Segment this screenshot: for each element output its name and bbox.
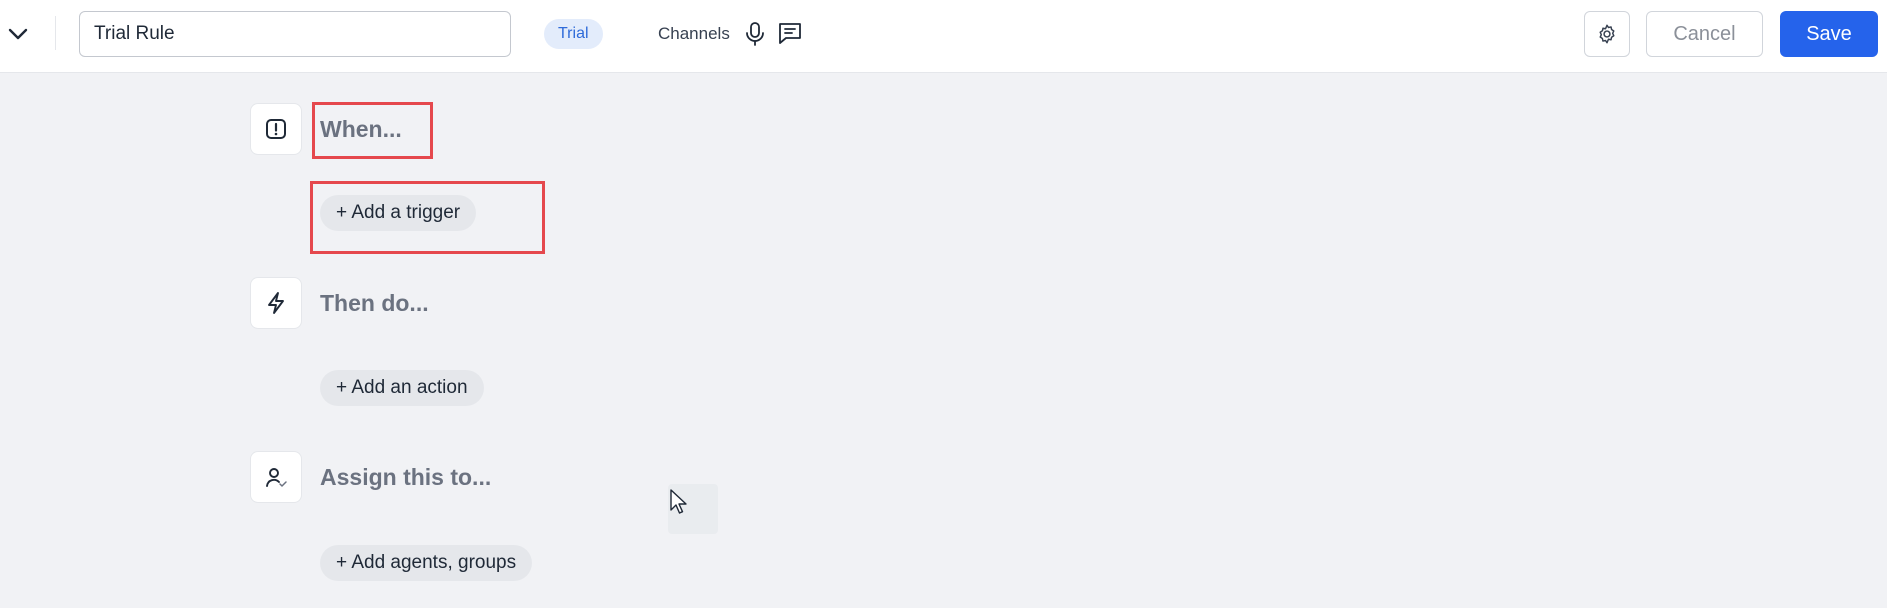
channels-label: Channels (658, 24, 730, 43)
when-section-title: When... (320, 116, 402, 142)
settings-button[interactable] (1584, 11, 1630, 57)
collapse-button[interactable] (4, 18, 32, 50)
save-button[interactable]: Save (1780, 11, 1878, 57)
user-check-icon (266, 468, 287, 487)
microphone-icon[interactable] (744, 21, 766, 47)
divider (55, 16, 56, 50)
add-agents-groups-button[interactable]: + Add agents, groups (320, 545, 533, 581)
alert-square-icon (266, 119, 286, 139)
rule-name-input[interactable] (79, 11, 511, 57)
add-trigger-button[interactable]: + Add a trigger (320, 195, 477, 231)
then-section-title: Then do... (320, 290, 429, 316)
cancel-button[interactable]: Cancel (1646, 11, 1763, 57)
top-bar: Trial Channels Cancel Save (0, 0, 1887, 73)
then-section-icon-box (250, 277, 302, 329)
assign-section-title: Assign this to... (320, 464, 492, 490)
mouse-cursor-icon (670, 489, 687, 514)
lightning-icon (268, 292, 284, 314)
gear-icon (1599, 24, 1615, 44)
when-section-icon-box (250, 103, 302, 155)
chat-icon[interactable] (777, 20, 803, 46)
add-action-button[interactable]: + Add an action (320, 370, 484, 406)
chevron-down-icon (8, 28, 28, 40)
trial-badge: Trial (544, 19, 603, 49)
assign-section-icon-box (250, 451, 302, 503)
